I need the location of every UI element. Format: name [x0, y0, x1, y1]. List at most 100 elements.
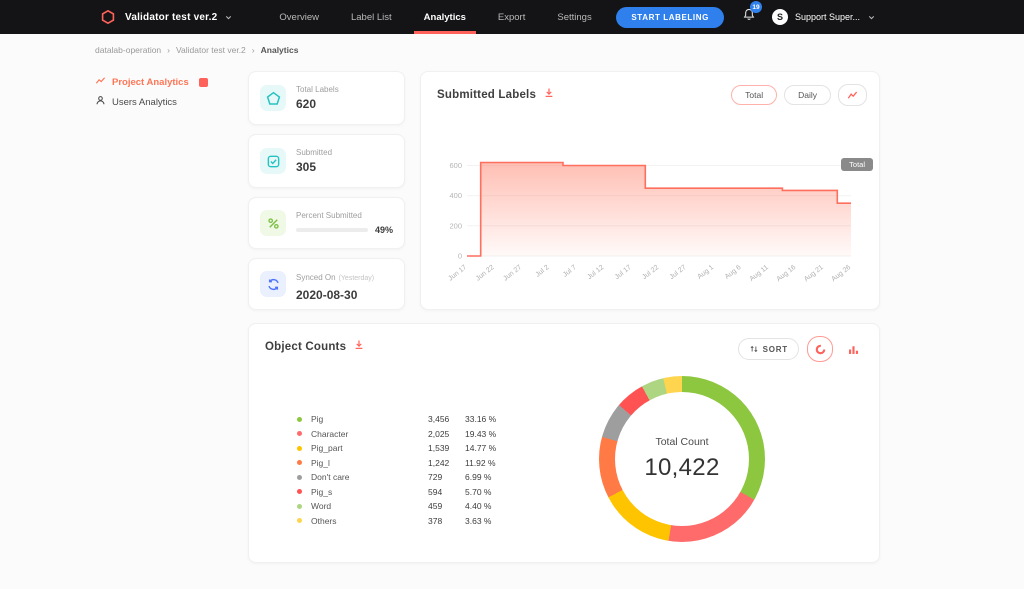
- legend-color-dot: [297, 475, 302, 480]
- tab-settings[interactable]: Settings: [541, 0, 607, 34]
- sort-button-label: SORT: [763, 345, 788, 354]
- card-title: Submitted Labels: [437, 89, 536, 101]
- percent-icon: [260, 210, 286, 236]
- bar-chart-type-button[interactable]: [841, 337, 865, 361]
- download-icon[interactable]: [543, 86, 555, 104]
- legend-label: Pig_l: [311, 458, 428, 468]
- svg-text:Aug 26: Aug 26: [830, 264, 852, 283]
- stat-sublabel: (Yesterday): [339, 275, 375, 282]
- chevron-down-icon: [867, 13, 876, 22]
- legend-color-dot: [297, 504, 302, 509]
- breadcrumb-separator: ›: [252, 45, 255, 55]
- stat-value: 620: [296, 97, 393, 111]
- legend-percent: 14.77 %: [465, 443, 496, 453]
- user-menu[interactable]: S Support Super...: [772, 9, 876, 25]
- svg-text:200: 200: [449, 221, 462, 230]
- line-chart-type-button[interactable]: [838, 84, 867, 106]
- legend-row[interactable]: Word4594.40 %: [297, 499, 542, 514]
- legend-row[interactable]: Pig_l1,24211.92 %: [297, 456, 542, 471]
- tab-overview[interactable]: Overview: [263, 0, 335, 34]
- legend-row[interactable]: Character2,02519.43 %: [297, 427, 542, 442]
- legend-color-dot: [297, 446, 302, 451]
- legend-percent: 5.70 %: [465, 487, 491, 497]
- analytics-sidebar: Project Analytics Users Analytics: [95, 72, 245, 112]
- svg-text:Aug 11: Aug 11: [749, 264, 770, 283]
- svg-text:Aug 1: Aug 1: [696, 264, 715, 281]
- legend-color-dot: [297, 431, 302, 436]
- svg-text:Jul 27: Jul 27: [669, 264, 688, 281]
- svg-text:Aug 21: Aug 21: [803, 264, 825, 283]
- breadcrumb-item-project[interactable]: Validator test ver.2: [176, 45, 246, 55]
- daily-toggle-button[interactable]: Daily: [784, 85, 831, 105]
- top-navigation-bar: Validator test ver.2 Overview Label List…: [0, 0, 1024, 34]
- card-title: Object Counts: [265, 341, 346, 353]
- legend-value: 594: [428, 487, 465, 497]
- project-title: Validator test ver.2: [125, 12, 217, 23]
- svg-text:Jul 17: Jul 17: [614, 264, 633, 281]
- main-nav: Overview Label List Analytics Export Set…: [263, 0, 607, 34]
- sort-button[interactable]: SORT: [738, 338, 799, 360]
- legend-value: 1,539: [428, 443, 465, 453]
- project-switcher[interactable]: Validator test ver.2: [125, 12, 233, 23]
- legend-color-dot: [297, 460, 302, 465]
- legend-row[interactable]: Pig_part1,53914.77 %: [297, 441, 542, 456]
- total-labels-card: Total Labels 620: [248, 71, 405, 125]
- notifications-button[interactable]: 19: [742, 7, 756, 27]
- start-labeling-button[interactable]: START LABELING: [616, 7, 724, 28]
- notification-badge: 19: [750, 1, 762, 13]
- legend-row[interactable]: Don't care7296.99 %: [297, 470, 542, 485]
- tab-label-list[interactable]: Label List: [335, 0, 408, 34]
- analytics-page: Validator test ver.2 Overview Label List…: [0, 0, 1024, 589]
- donut-center: Total Count 10,422: [615, 392, 749, 526]
- legend-value: 729: [428, 472, 465, 482]
- sync-icon: [260, 271, 286, 297]
- donut-center-value: 10,422: [644, 454, 719, 482]
- breadcrumb: datalab-operation › Validator test ver.2…: [95, 45, 298, 55]
- legend-color-dot: [297, 518, 302, 523]
- legend-percent: 3.63 %: [465, 516, 491, 526]
- svg-text:400: 400: [449, 191, 462, 200]
- total-toggle-button[interactable]: Total: [731, 85, 777, 105]
- chevron-down-icon: [224, 13, 233, 22]
- submitted-card: Submitted 305: [248, 134, 405, 188]
- legend-color-dot: [297, 489, 302, 494]
- percent-submitted-card: Percent Submitted 49%: [248, 197, 405, 249]
- breadcrumb-item-organization[interactable]: datalab-operation: [95, 45, 161, 55]
- submitted-progress-bar: [296, 228, 368, 232]
- svg-text:600: 600: [449, 161, 462, 170]
- breadcrumb-separator: ›: [167, 45, 170, 55]
- legend-row[interactable]: Others3783.63 %: [297, 514, 542, 529]
- sidebar-item-label: Users Analytics: [112, 97, 177, 108]
- tab-export[interactable]: Export: [482, 0, 541, 34]
- legend-row[interactable]: Pig_s5945.70 %: [297, 485, 542, 500]
- object-counts-card: Object Counts SORT Pig3,45633.16 %Charac…: [248, 323, 880, 563]
- legend-percent: 33.16 %: [465, 414, 496, 424]
- legend-label: Character: [311, 429, 428, 439]
- svg-text:Jun 17: Jun 17: [447, 264, 468, 283]
- app-logo-icon[interactable]: [100, 9, 116, 25]
- project-analytics-badge-icon: [199, 78, 208, 87]
- sidebar-item-project-analytics[interactable]: Project Analytics: [95, 72, 245, 92]
- sort-icon: [749, 344, 759, 354]
- stat-label: Total Labels: [296, 85, 393, 94]
- submitted-labels-area-chart[interactable]: 0200400600Jun 17Jun 22Jun 27Jul 2Jul 7Ju…: [437, 148, 861, 306]
- stat-label: Submitted: [296, 148, 393, 157]
- object-counts-legend: Pig3,45633.16 %Character2,02519.43 %Pig_…: [297, 412, 542, 528]
- series-total-badge: Total: [841, 158, 873, 171]
- legend-value: 1,242: [428, 458, 465, 468]
- tab-analytics[interactable]: Analytics: [408, 0, 482, 34]
- object-counts-donut-chart[interactable]: Total Count 10,422: [599, 376, 765, 542]
- user-name: Support Super...: [795, 12, 860, 22]
- legend-value: 459: [428, 501, 465, 511]
- svg-text:Aug 16: Aug 16: [776, 264, 798, 283]
- user-icon: [95, 95, 106, 109]
- donut-chart-type-button[interactable]: [807, 336, 833, 362]
- progress-percent-value: 49%: [375, 225, 393, 235]
- check-square-icon: [260, 148, 286, 174]
- sidebar-item-label: Project Analytics: [112, 77, 189, 88]
- svg-text:Jun 27: Jun 27: [502, 264, 523, 283]
- legend-row[interactable]: Pig3,45633.16 %: [297, 412, 542, 427]
- legend-percent: 6.99 %: [465, 472, 491, 482]
- download-icon[interactable]: [353, 338, 365, 356]
- sidebar-item-users-analytics[interactable]: Users Analytics: [95, 92, 245, 112]
